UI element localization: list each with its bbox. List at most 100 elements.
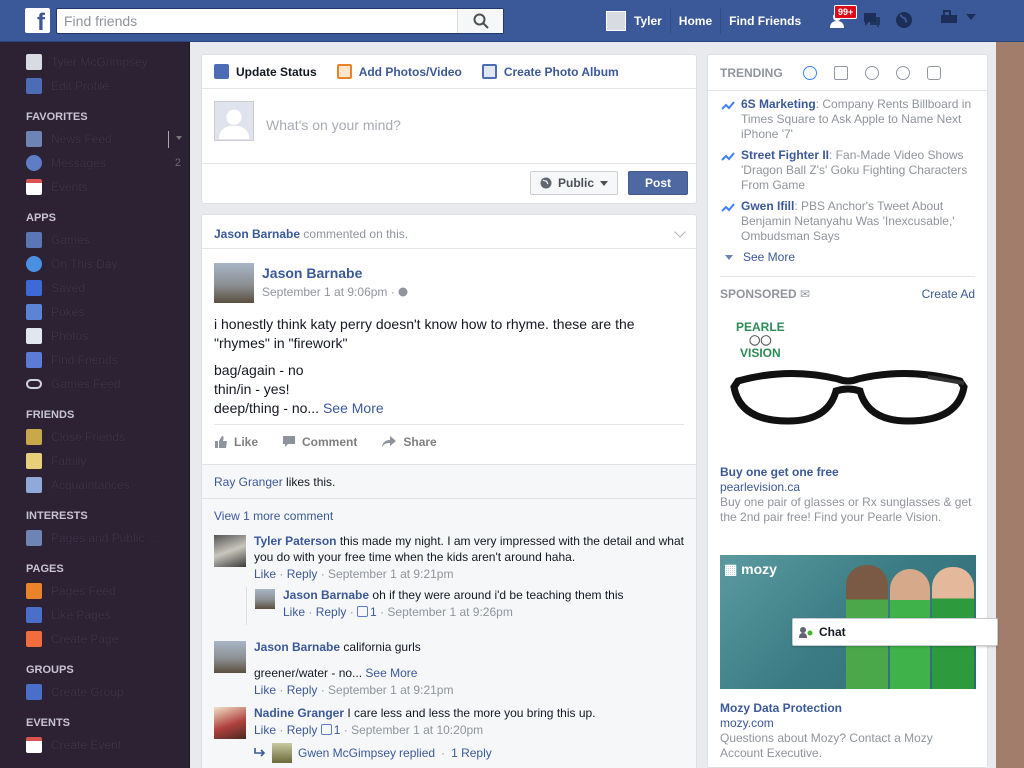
comment-time[interactable]: September 1 at 9:21pm (328, 567, 453, 581)
status-input[interactable]: What's on your mind? (266, 117, 401, 133)
share-icon (382, 435, 397, 448)
comment-like-link[interactable]: Like (254, 567, 276, 581)
comment-like-link[interactable]: Like (254, 683, 276, 697)
sidebar-item-pokes[interactable]: Pokes (0, 300, 189, 324)
tab-add-photos[interactable]: Add Photos/Video (336, 64, 462, 79)
sidebar-item-find-friends[interactable]: Find Friends (0, 348, 189, 372)
sidebar-item-news-feed[interactable]: News Feed (0, 127, 189, 151)
sidebar-item-edit-profile[interactable]: Edit Profile (0, 74, 189, 98)
likes-suffix: likes this. (286, 475, 336, 489)
trending-see-more[interactable]: See More (708, 250, 987, 264)
comment-like-count[interactable]: 1 (320, 723, 340, 737)
ad-url[interactable]: pearlevision.ca (720, 480, 975, 495)
replier-name[interactable]: Gwen McGimpsey (298, 744, 396, 762)
trending-item[interactable]: Gwen Ifill: PBS Anchor's Tweet About Ben… (708, 199, 987, 244)
reply-like-count[interactable]: 1 (357, 605, 377, 619)
search-input[interactable] (57, 9, 457, 33)
sidebar-item-acquaintances[interactable]: Acquaintances (0, 473, 189, 497)
replies-summary[interactable]: Gwen McGimpsey replied · 1 Reply (254, 743, 696, 763)
trending-top-icon[interactable] (802, 65, 817, 80)
notifications-jewel[interactable] (890, 6, 918, 34)
politics-icon[interactable] (833, 65, 848, 80)
find-friends-link[interactable]: Find Friends (721, 8, 809, 34)
sidebar-section-pages: PAGES (26, 563, 64, 575)
sidebar-item-on-this-day[interactable]: On This Day (0, 252, 189, 276)
tab-update-status[interactable]: Update Status (214, 64, 317, 79)
ad-image-pearle[interactable]: PEARLE ◯◯ VISION (720, 313, 976, 453)
chevron-down-icon (600, 180, 608, 186)
reply-reply-link[interactable]: Reply (316, 605, 347, 619)
context-actor-link[interactable]: Jason Barnabe (214, 227, 300, 241)
reply-author[interactable]: Jason Barnabe (283, 588, 369, 602)
ad-title[interactable]: Mozy Data Protection (720, 701, 975, 716)
reply-time[interactable]: September 1 at 9:26pm (387, 605, 512, 619)
friend-requests-jewel[interactable]: 99+ (826, 5, 858, 34)
comment-author[interactable]: Jason Barnabe (254, 640, 340, 654)
sports-icon[interactable] (895, 65, 910, 80)
sidebar-item-pages-feed[interactable]: Pages Feed (0, 579, 189, 603)
sidebar-item-messages[interactable]: Messages 2 (0, 151, 189, 175)
globe-icon (896, 12, 912, 28)
comment-reply-link[interactable]: Reply (287, 723, 318, 737)
sidebar-item-photos[interactable]: Photos (0, 324, 189, 348)
facebook-logo-icon[interactable]: f (25, 8, 50, 33)
comment-avatar[interactable] (214, 641, 246, 673)
author-avatar[interactable] (214, 263, 254, 303)
sidebar-item-pages-public-figures[interactable]: Pages and Public Figures (0, 526, 189, 550)
comment-author[interactable]: Nadine Granger (254, 706, 344, 720)
sidebar-item-family[interactable]: Family (0, 449, 189, 473)
chat-tab[interactable]: Chat (792, 618, 998, 646)
liker-link[interactable]: Ray Granger (214, 475, 283, 489)
see-more-link[interactable]: See More (365, 666, 417, 680)
comment-time[interactable]: September 1 at 10:20pm (351, 723, 483, 737)
entertainment-icon[interactable] (926, 65, 941, 80)
sidebar-item-saved[interactable]: Saved (0, 276, 189, 300)
sidebar-item-label: Messages (51, 156, 106, 170)
ad-title[interactable]: Buy one get one free (720, 465, 975, 480)
comment-reply-link[interactable]: Reply (287, 683, 318, 697)
reply-like-link[interactable]: Like (283, 605, 305, 619)
comment-avatar[interactable] (214, 707, 246, 739)
sidebar-item-games-feed[interactable]: Games Feed (0, 372, 189, 396)
sidebar-item-like-pages[interactable]: Like Pages (0, 603, 189, 627)
view-more-comments[interactable]: View 1 more comment (202, 499, 696, 529)
sidebar-item-events[interactable]: Events (0, 175, 189, 199)
comment-avatar[interactable] (214, 535, 246, 567)
search-button[interactable] (457, 9, 503, 33)
chevron-down-icon[interactable] (176, 136, 182, 140)
share-button[interactable]: Share (381, 435, 437, 449)
home-link[interactable]: Home (671, 8, 722, 34)
reply-avatar[interactable] (255, 589, 275, 609)
avatar[interactable] (606, 11, 626, 31)
privacy-selector[interactable]: Public (530, 171, 618, 195)
post-button[interactable]: Post (628, 171, 688, 195)
sidebar-item-create-page[interactable]: Create Page (0, 627, 189, 651)
comment-reply-link[interactable]: Reply (287, 567, 318, 581)
comment-like-link[interactable]: Like (254, 723, 276, 737)
messages-jewel[interactable] (858, 6, 886, 34)
sidebar-item-create-event[interactable]: Create Event (0, 733, 189, 757)
sidebar-item-close-friends[interactable]: Close Friends (0, 425, 189, 449)
create-ad-link[interactable]: Create Ad (922, 287, 975, 301)
account-menu[interactable] (940, 10, 976, 24)
profile-link[interactable]: Tyler (634, 8, 671, 34)
ad-url[interactable]: mozy.com (720, 716, 975, 731)
comment-author[interactable]: Tyler Paterson (254, 534, 336, 548)
author-name[interactable]: Jason Barnabe (262, 265, 362, 281)
comment-button[interactable]: Comment (282, 435, 357, 449)
sidebar-item-games[interactable]: Games (0, 228, 189, 252)
see-more-link[interactable]: See More (323, 400, 384, 416)
search-box (56, 8, 504, 34)
comment-time[interactable]: September 1 at 9:21pm (328, 683, 453, 697)
trending-item[interactable]: Street Fighter II: Fan-Made Video Shows … (708, 148, 987, 193)
reply-count[interactable]: 1 Reply (451, 744, 492, 762)
sidebar-item-profile[interactable]: Tyler McGrimpsey (0, 50, 189, 74)
trending-item[interactable]: 6S Marketing: Company Rents Billboard in… (708, 97, 987, 142)
sidebar-item-create-group[interactable]: Create Group (0, 680, 189, 704)
science-icon[interactable] (864, 65, 879, 80)
chevron-down-icon[interactable] (674, 226, 686, 238)
replied-label[interactable]: replied (399, 744, 435, 762)
like-button[interactable]: Like (214, 435, 258, 449)
tab-create-album[interactable]: Create Photo Album (481, 64, 619, 79)
timestamp-text[interactable]: September 1 at 9:06pm (262, 285, 387, 299)
